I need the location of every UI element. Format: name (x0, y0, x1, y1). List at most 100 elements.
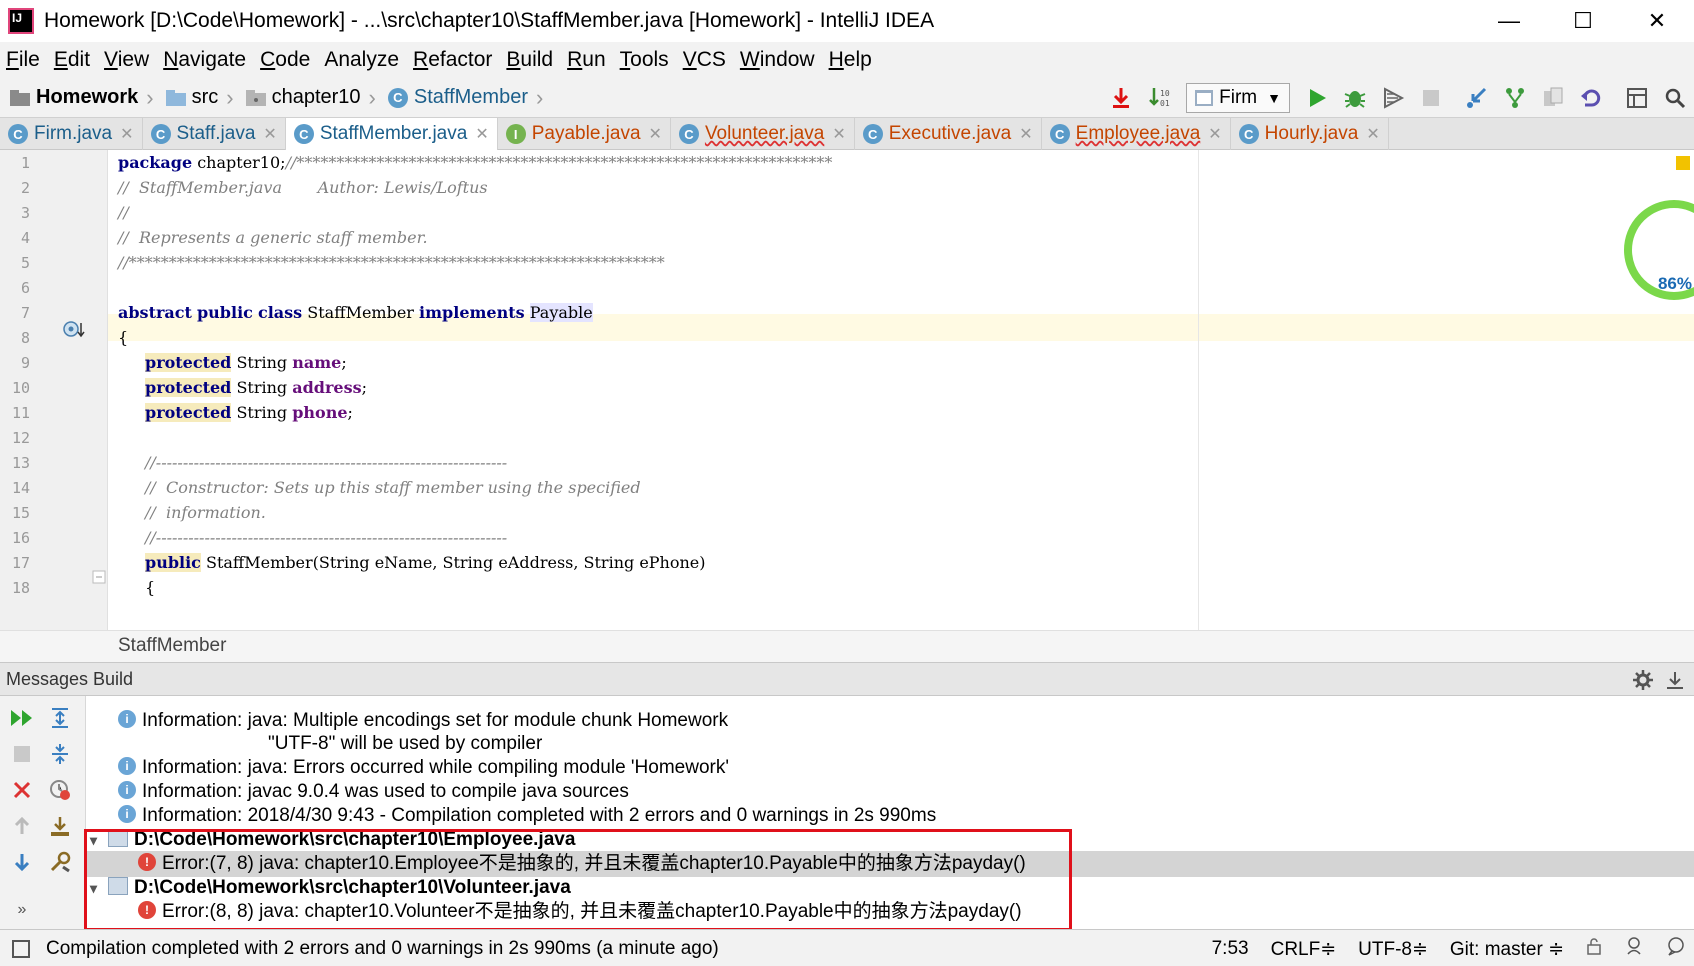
expand-all-icon[interactable] (46, 704, 74, 732)
build-project-icon[interactable]: 10 01 (1140, 79, 1178, 117)
inspector-icon[interactable] (1624, 936, 1644, 962)
close-icon[interactable]: ✕ (1366, 124, 1379, 144)
menu-tools[interactable]: Tools (620, 48, 669, 72)
vcs-revert-icon[interactable] (1572, 79, 1610, 117)
menu-view[interactable]: View (104, 48, 149, 72)
tab-payable[interactable]: I Payable.java ✕ (498, 118, 671, 150)
stop-icon[interactable] (1412, 79, 1450, 117)
hide-panel-icon[interactable] (1664, 669, 1686, 691)
close-icon[interactable]: ✕ (649, 124, 662, 144)
stop-icon[interactable] (8, 740, 36, 768)
menu-file[interactable]: File (6, 48, 40, 72)
code-editor[interactable]: 1 2 3 4 5 6 7 8 9 10 11 12 13 14 15 16 1… (0, 150, 1694, 630)
tab-label: Staff.java (176, 123, 256, 144)
structure-class-label[interactable]: StaffMember (118, 635, 226, 657)
menu-build[interactable]: Build (506, 48, 553, 72)
close-icon[interactable]: ✕ (1019, 124, 1032, 144)
run-icon[interactable] (1298, 79, 1336, 117)
breadcrumb-project[interactable]: Homework (0, 86, 144, 109)
tool-windows-toggle-icon[interactable] (12, 940, 30, 958)
tab-executive[interactable]: C Executive.java ✕ (855, 118, 1042, 150)
line-number: 4 (20, 229, 30, 247)
export-icon[interactable] (46, 812, 74, 840)
implements-method-icon[interactable] (62, 320, 86, 340)
menu-run[interactable]: Run (567, 48, 606, 72)
line-number: 6 (20, 279, 30, 297)
code-line-16: //--------------------------------------… (145, 528, 508, 547)
close-icon[interactable]: ✕ (263, 124, 276, 144)
menu-navigate[interactable]: Navigate (163, 48, 246, 72)
collapse-all-icon[interactable] (46, 740, 74, 768)
tab-volunteer[interactable]: C Volunteer.java ✕ (671, 118, 855, 150)
line-number: 15 (11, 504, 30, 522)
breadcrumb-class[interactable]: C StaffMember (378, 86, 534, 109)
editor-gutter[interactable]: 1 2 3 4 5 6 7 8 9 10 11 12 13 14 15 16 1… (0, 150, 108, 630)
message-row-info-cont[interactable]: "UTF-8" will be used by compiler (86, 731, 1694, 757)
code-line-1: package chapter10;//********************… (118, 153, 833, 172)
next-message-icon[interactable] (8, 848, 36, 876)
more-tools-icon[interactable]: » (8, 896, 36, 924)
line-separator[interactable]: CRLF≑ (1271, 938, 1337, 961)
caret-position[interactable]: 7:53 (1212, 938, 1249, 960)
breadcrumb-src[interactable]: src (156, 86, 225, 109)
show-errors-icon[interactable] (46, 776, 74, 804)
menu-help[interactable]: Help (829, 48, 872, 72)
status-message[interactable]: Compilation completed with 2 errors and … (46, 938, 719, 960)
vcs-commit-icon[interactable] (1496, 79, 1534, 117)
maximize-button[interactable]: ☐ (1546, 0, 1620, 42)
tab-label: Executive.java (888, 123, 1012, 144)
tab-staffmember[interactable]: C StaffMember.java ✕ (285, 118, 498, 150)
gear-icon[interactable] (1632, 669, 1654, 691)
close-icon[interactable]: ✕ (1208, 124, 1221, 144)
breadcrumb-package[interactable]: chapter10 (236, 86, 367, 109)
line-number: 9 (20, 354, 30, 372)
inspection-status-icon[interactable] (1676, 156, 1690, 170)
code-line-11: protected String phone; (145, 403, 353, 422)
event-log-icon[interactable] (1666, 936, 1686, 962)
close-icon[interactable] (8, 776, 36, 804)
tab-staff[interactable]: C Staff.java ✕ (143, 118, 286, 150)
close-icon[interactable]: ✕ (475, 124, 488, 144)
fold-icon[interactable] (92, 570, 106, 584)
menu-window[interactable]: Window (740, 48, 815, 72)
line-number: 2 (20, 179, 30, 197)
run-configuration-select[interactable]: Firm ▼ (1186, 83, 1290, 113)
code-line-17: public StaffMember(String eName, String … (145, 553, 706, 572)
update-project-icon[interactable] (1102, 79, 1140, 117)
search-icon[interactable] (1656, 79, 1694, 117)
vcs-update-icon[interactable] (1458, 79, 1496, 117)
message-row-info[interactable]: i Information: javac 9.0.4 was used to co… (86, 779, 1694, 805)
project-structure-icon[interactable] (1618, 79, 1656, 117)
tab-hourly[interactable]: C Hourly.java ✕ (1231, 118, 1389, 150)
menu-code[interactable]: Code (260, 48, 310, 72)
close-button[interactable]: ✕ (1620, 0, 1694, 42)
breadcrumb-class-label: StaffMember (413, 86, 528, 108)
debug-icon[interactable] (1336, 79, 1374, 117)
previous-message-icon[interactable] (8, 812, 36, 840)
settings-tools-icon[interactable] (46, 848, 74, 876)
status-indicators: 7:53 CRLF≑ UTF-8≑ Git: master ≑ (1190, 936, 1686, 962)
close-icon[interactable]: ✕ (832, 124, 845, 144)
menu-refactor[interactable]: Refactor (413, 48, 492, 72)
tab-employee[interactable]: C Employee.java ✕ (1042, 118, 1231, 150)
menu-edit[interactable]: Edit (54, 48, 90, 72)
message-row-info[interactable]: i Information: java: Errors occurred whil… (86, 755, 1694, 781)
line-number: 11 (11, 404, 30, 422)
menu-analyze[interactable]: Analyze (324, 48, 399, 72)
tab-firm[interactable]: C Firm.java ✕ (0, 118, 143, 150)
line-number: 8 (20, 329, 30, 347)
run-with-coverage-icon[interactable] (1374, 79, 1412, 117)
menu-bar: File Edit View Navigate Code Analyze Ref… (0, 42, 1694, 78)
minimize-button[interactable]: — (1472, 0, 1546, 42)
file-encoding[interactable]: UTF-8≑ (1358, 938, 1428, 961)
git-branch[interactable]: Git: master ≑ (1450, 938, 1564, 961)
app-config-icon (1195, 90, 1214, 106)
lock-icon[interactable] (1586, 937, 1602, 961)
messages-panel-title: Messages Build (6, 668, 134, 689)
vcs-compare-icon[interactable] (1534, 79, 1572, 117)
close-icon[interactable]: ✕ (120, 124, 133, 144)
message-row-info[interactable]: i Information: 2018/4/30 9:43 - Compilati… (86, 803, 1694, 829)
code-line-14: // Constructor: Sets up this staff membe… (145, 478, 641, 497)
rerun-icon[interactable] (8, 704, 36, 732)
menu-vcs[interactable]: VCS (683, 48, 726, 72)
